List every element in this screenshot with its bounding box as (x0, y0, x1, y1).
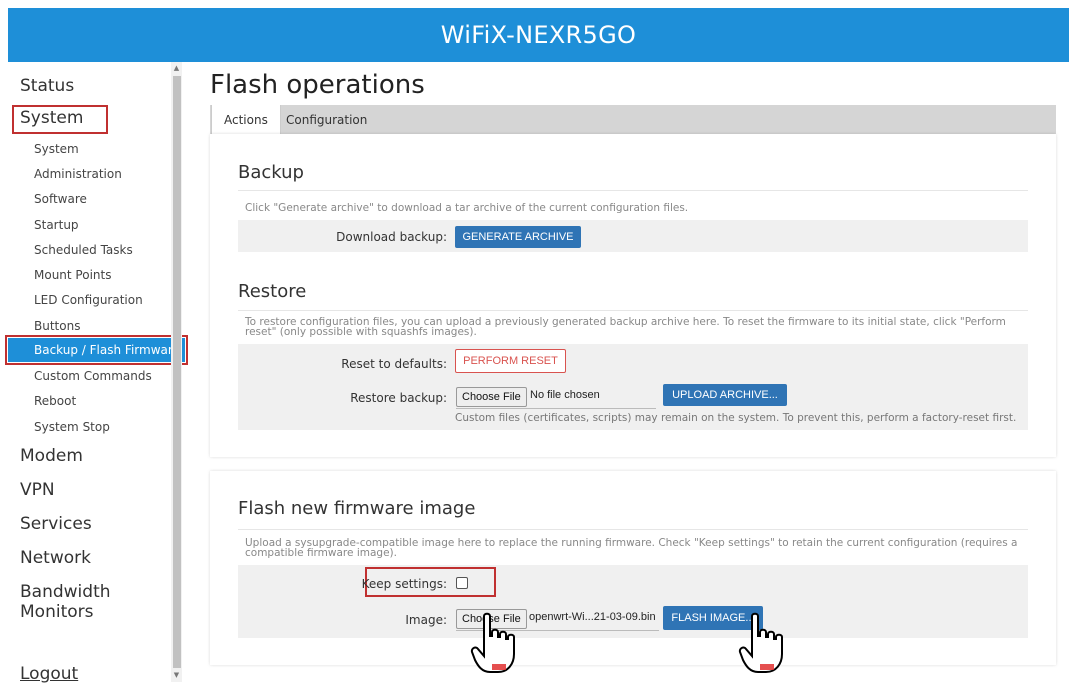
sidebar-item-scheduled-tasks[interactable]: Scheduled Tasks (34, 243, 133, 257)
restore-title: Restore (238, 281, 307, 302)
flash-title: Flash new firmware image (238, 498, 476, 519)
flash-firmware-panel: Flash new firmware image Upload a sysupg… (210, 471, 1056, 665)
sidebar-item-software[interactable]: Software (34, 192, 87, 206)
perform-reset-button[interactable]: PERFORM RESET (455, 349, 566, 373)
tab-bar: Actions Configuration (210, 105, 1056, 134)
sidebar-item-system-stop[interactable]: System Stop (34, 420, 110, 434)
nav-vpn[interactable]: VPN (20, 480, 55, 500)
restore-backup-label: Restore backup: (350, 391, 447, 405)
nav-network[interactable]: Network (20, 548, 91, 568)
keep-settings-checkbox[interactable] (456, 577, 468, 589)
backup-title: Backup (238, 162, 304, 183)
generate-archive-button[interactable]: GENERATE ARCHIVE (455, 226, 581, 248)
sidebar-item-startup[interactable]: Startup (34, 218, 79, 232)
keep-settings-label: Keep settings: (361, 577, 447, 591)
sidebar-scroll-thumb[interactable] (173, 76, 181, 668)
nav-logout[interactable]: Logout (20, 664, 78, 684)
backup-restore-panel: Backup Click "Generate archive" to downl… (210, 134, 1056, 457)
scroll-up-icon[interactable]: ▲ (171, 63, 182, 74)
nav-bandwidth[interactable]: Bandwidth (20, 582, 111, 602)
sidebar-item-administration[interactable]: Administration (34, 167, 122, 181)
restore-description-line2: reset" (only possible with squashfs imag… (245, 326, 477, 338)
app-header: WiFiX-NEXR5GO (8, 8, 1069, 62)
app-title: WiFiX-NEXR5GO (440, 21, 637, 49)
nav-status[interactable]: Status (20, 76, 74, 96)
restore-file-name: No file chosen (530, 389, 600, 401)
sidebar-item-mount-points[interactable]: Mount Points (34, 268, 111, 282)
nav-modem[interactable]: Modem (20, 446, 83, 466)
divider (238, 190, 1028, 191)
sidebar-item-led-configuration[interactable]: LED Configuration (34, 293, 143, 307)
nav-services[interactable]: Services (20, 514, 92, 534)
sidebar: Status System System Administration Soft… (0, 62, 188, 684)
scroll-down-icon[interactable]: ▼ (171, 670, 182, 681)
hand-pointer-icon (738, 612, 783, 673)
upload-archive-button[interactable]: UPLOAD ARCHIVE... (663, 384, 787, 406)
page-title: Flash operations (210, 70, 425, 100)
sidebar-item-buttons[interactable]: Buttons (34, 319, 80, 333)
reset-to-defaults-label: Reset to defaults: (341, 357, 447, 371)
backup-description: Click "Generate archive" to download a t… (245, 202, 689, 214)
hand-pointer-icon (470, 612, 515, 673)
image-file-name: openwrt-Wi...21-03-09.bin (529, 611, 656, 623)
file-input-underline (456, 408, 656, 409)
divider (238, 529, 1028, 530)
nav-monitors[interactable]: Monitors (20, 602, 93, 622)
flash-rows (238, 565, 1028, 638)
restore-choose-file-button[interactable]: Choose File (456, 387, 527, 407)
tab-configuration[interactable]: Configuration (274, 105, 379, 134)
restore-hint: Custom files (certificates, scripts) may… (455, 412, 1017, 424)
sidebar-item-backup-flash-firmware[interactable]: Backup / Flash Firmware (5, 335, 188, 365)
download-backup-label: Download backup: (336, 230, 447, 244)
sidebar-item-reboot[interactable]: Reboot (34, 394, 76, 408)
tab-actions[interactable]: Actions (211, 105, 281, 134)
sidebar-item-system[interactable]: System (34, 142, 79, 156)
nav-system[interactable]: System (20, 108, 83, 128)
flash-description-line2: compatible firmware image). (245, 547, 397, 559)
image-label: Image: (405, 613, 447, 627)
sidebar-item-custom-commands[interactable]: Custom Commands (34, 369, 152, 383)
divider (238, 310, 1028, 311)
